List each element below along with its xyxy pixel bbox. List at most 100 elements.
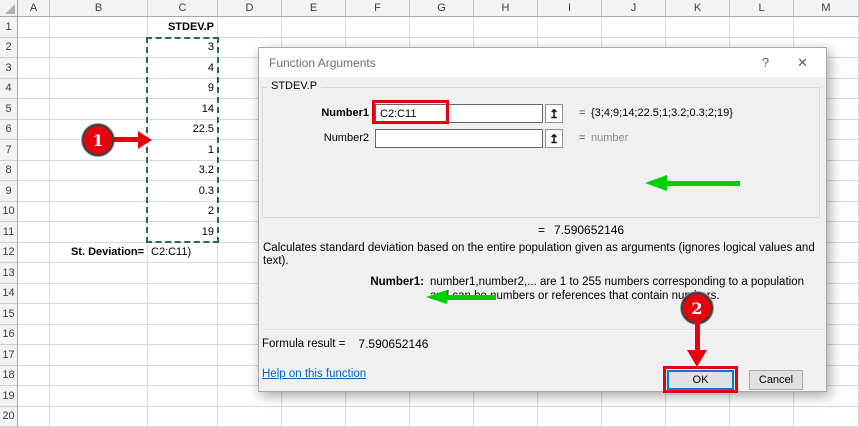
cell-A18[interactable] xyxy=(18,366,50,387)
close-icon[interactable]: ✕ xyxy=(797,55,808,71)
cell-A7[interactable] xyxy=(18,140,50,161)
dialog-titlebar[interactable]: Function Arguments ? ✕ xyxy=(259,48,826,77)
cell-L20[interactable] xyxy=(730,407,794,427)
cell-D1[interactable] xyxy=(218,17,282,38)
cell-C6[interactable]: 22.5 xyxy=(148,120,218,141)
row-header-3[interactable]: 3 xyxy=(0,58,18,79)
cell-H20[interactable] xyxy=(474,407,538,427)
column-header-G[interactable]: G xyxy=(410,0,474,17)
cell-A10[interactable] xyxy=(18,202,50,223)
cell-C19[interactable] xyxy=(148,386,218,407)
column-header-J[interactable]: J xyxy=(602,0,666,17)
row-header-8[interactable]: 8 xyxy=(0,161,18,182)
row-header-16[interactable]: 16 xyxy=(0,325,18,346)
cell-J1[interactable] xyxy=(602,17,666,38)
cell-A14[interactable] xyxy=(18,284,50,305)
cell-C7[interactable]: 1 xyxy=(148,140,218,161)
cell-C14[interactable] xyxy=(148,284,218,305)
cell-B15[interactable] xyxy=(50,304,148,325)
cell-C2[interactable]: 3 xyxy=(148,38,218,59)
ok-button[interactable]: OK xyxy=(667,370,734,390)
row-header-13[interactable]: 13 xyxy=(0,263,18,284)
cell-A3[interactable] xyxy=(18,58,50,79)
cell-K20[interactable] xyxy=(666,407,730,427)
row-header-12[interactable]: 12 xyxy=(0,243,18,264)
cell-C12[interactable]: C2:C11) xyxy=(148,243,218,264)
number2-input[interactable] xyxy=(375,129,543,148)
cell-A17[interactable] xyxy=(18,345,50,366)
column-header-H[interactable]: H xyxy=(474,0,538,17)
cell-B17[interactable] xyxy=(50,345,148,366)
cell-C3[interactable]: 4 xyxy=(148,58,218,79)
cell-B7[interactable] xyxy=(50,140,148,161)
cell-B4[interactable] xyxy=(50,79,148,100)
cell-B9[interactable] xyxy=(50,181,148,202)
cell-E1[interactable] xyxy=(282,17,346,38)
row-header-11[interactable]: 11 xyxy=(0,222,18,243)
help-on-function-link[interactable]: Help on this function xyxy=(262,368,366,380)
cell-G1[interactable] xyxy=(410,17,474,38)
cell-C16[interactable] xyxy=(148,325,218,346)
cell-C1[interactable]: STDEV.P xyxy=(148,17,218,38)
cell-J20[interactable] xyxy=(602,407,666,427)
cell-B2[interactable] xyxy=(50,38,148,59)
cell-I1[interactable] xyxy=(538,17,602,38)
cell-B16[interactable] xyxy=(50,325,148,346)
cell-A8[interactable] xyxy=(18,161,50,182)
row-header-20[interactable]: 20 xyxy=(0,407,18,427)
row-header-15[interactable]: 15 xyxy=(0,304,18,325)
cell-B12[interactable]: St. Deviation= xyxy=(50,243,148,264)
cell-M1[interactable] xyxy=(794,17,859,38)
cell-C11[interactable]: 19 xyxy=(148,222,218,243)
column-header-F[interactable]: F xyxy=(346,0,410,17)
cell-A12[interactable] xyxy=(18,243,50,264)
cell-C5[interactable]: 14 xyxy=(148,99,218,120)
cell-A9[interactable] xyxy=(18,181,50,202)
cell-C8[interactable]: 3.2 xyxy=(148,161,218,182)
cell-B11[interactable] xyxy=(50,222,148,243)
select-all-corner[interactable] xyxy=(0,0,18,17)
cell-C4[interactable]: 9 xyxy=(148,79,218,100)
cell-E20[interactable] xyxy=(282,407,346,427)
cell-A20[interactable] xyxy=(18,407,50,427)
cell-C20[interactable] xyxy=(148,407,218,427)
cell-F20[interactable] xyxy=(346,407,410,427)
cell-M20[interactable] xyxy=(794,407,859,427)
help-icon[interactable]: ? xyxy=(762,55,769,71)
cell-B10[interactable] xyxy=(50,202,148,223)
cell-H1[interactable] xyxy=(474,17,538,38)
cell-A19[interactable] xyxy=(18,386,50,407)
cell-F1[interactable] xyxy=(346,17,410,38)
number1-input[interactable] xyxy=(375,104,543,123)
cell-K1[interactable] xyxy=(666,17,730,38)
cell-A16[interactable] xyxy=(18,325,50,346)
cell-B8[interactable] xyxy=(50,161,148,182)
cell-I20[interactable] xyxy=(538,407,602,427)
cell-A13[interactable] xyxy=(18,263,50,284)
range-picker-button[interactable]: ↥ xyxy=(545,129,563,148)
cell-G20[interactable] xyxy=(410,407,474,427)
cell-C13[interactable] xyxy=(148,263,218,284)
cell-B1[interactable] xyxy=(50,17,148,38)
cell-D20[interactable] xyxy=(218,407,282,427)
row-header-4[interactable]: 4 xyxy=(0,79,18,100)
row-header-1[interactable]: 1 xyxy=(0,17,18,38)
cell-B3[interactable] xyxy=(50,58,148,79)
cell-A5[interactable] xyxy=(18,99,50,120)
row-header-5[interactable]: 5 xyxy=(0,99,18,120)
row-header-19[interactable]: 19 xyxy=(0,386,18,407)
cell-B13[interactable] xyxy=(50,263,148,284)
cell-B20[interactable] xyxy=(50,407,148,427)
cell-C18[interactable] xyxy=(148,366,218,387)
cell-B5[interactable] xyxy=(50,99,148,120)
column-header-I[interactable]: I xyxy=(538,0,602,17)
cell-A1[interactable] xyxy=(18,17,50,38)
row-header-10[interactable]: 10 xyxy=(0,202,18,223)
cell-C15[interactable] xyxy=(148,304,218,325)
column-header-D[interactable]: D xyxy=(218,0,282,17)
row-header-18[interactable]: 18 xyxy=(0,366,18,387)
column-header-K[interactable]: K xyxy=(666,0,730,17)
cell-A6[interactable] xyxy=(18,120,50,141)
cell-L1[interactable] xyxy=(730,17,794,38)
row-header-14[interactable]: 14 xyxy=(0,284,18,305)
